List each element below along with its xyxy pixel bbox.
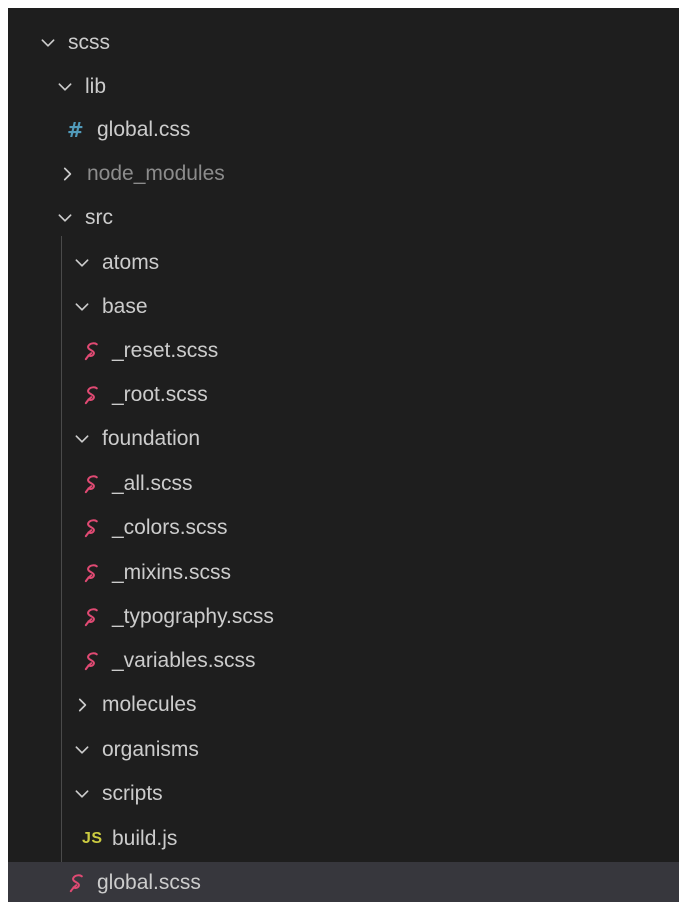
tree-file-build-js[interactable]: JS build.js [8, 818, 679, 860]
tree-item-label: build.js [112, 827, 178, 850]
tree-item-label: _reset.scss [112, 339, 219, 362]
tree-file-typography-scss[interactable]: _typography.scss [8, 596, 679, 638]
sass-icon [82, 651, 102, 671]
tree-file-root-scss[interactable]: _root.scss [8, 374, 679, 416]
sass-icon [67, 873, 87, 893]
tree-item-label: scripts [102, 782, 163, 805]
tree-folder-atoms[interactable]: atoms [8, 242, 679, 284]
tree-file-reset-scss[interactable]: _reset.scss [8, 330, 679, 372]
chevron-down-icon [72, 253, 92, 273]
chevron-down-icon [72, 740, 92, 760]
tree-folder-src[interactable]: src [8, 197, 679, 239]
tree-folder-molecules[interactable]: molecules [8, 684, 679, 726]
css-hash-icon: # [67, 118, 84, 142]
tree-item-label: atoms [102, 251, 160, 274]
tree-item-label: _all.scss [112, 472, 193, 495]
tree-item-label: src [85, 206, 113, 229]
tree-item-label: lib [85, 75, 107, 98]
tree-file-colors-scss[interactable]: _colors.scss [8, 507, 679, 549]
tree-item-label: _root.scss [112, 383, 208, 406]
tree-item-label: _colors.scss [112, 516, 228, 539]
chevron-right-icon [72, 695, 92, 715]
tree-folder-node-modules[interactable]: node_modules [8, 153, 679, 195]
chevron-right-icon [57, 164, 77, 184]
tree-item-label: node_modules [87, 162, 225, 185]
chevron-down-icon [72, 429, 92, 449]
tree-item-label: scss [68, 31, 110, 54]
tree-item-label: _variables.scss [112, 649, 256, 672]
tree-item-label: global.css [97, 118, 191, 141]
tree-file-all-scss[interactable]: _all.scss [8, 463, 679, 505]
tree-item-label: organisms [102, 738, 199, 761]
tree-folder-scripts[interactable]: scripts [8, 773, 679, 815]
tree-item-label: base [102, 295, 148, 318]
tree-item-label: _typography.scss [112, 605, 274, 628]
tree-item-label: foundation [102, 427, 201, 450]
file-explorer-tree: scss lib # global.css node_modules src a… [8, 8, 679, 902]
chevron-down-icon [55, 208, 75, 228]
tree-file-variables-scss[interactable]: _variables.scss [8, 640, 679, 682]
tree-folder-organisms[interactable]: organisms [8, 729, 679, 771]
tree-folder-lib[interactable]: lib [8, 66, 679, 108]
tree-folder-scss[interactable]: scss [8, 22, 679, 64]
sass-icon [82, 474, 102, 494]
chevron-down-icon [72, 784, 92, 804]
sass-icon [82, 518, 102, 538]
tree-item-label: _mixins.scss [112, 561, 232, 584]
tree-file-global-scss[interactable]: global.scss [8, 862, 679, 902]
sass-icon [82, 341, 102, 361]
chevron-down-icon [55, 77, 75, 97]
javascript-icon: JS [82, 830, 103, 847]
tree-item-label: global.scss [97, 871, 201, 894]
sass-icon [82, 607, 102, 627]
tree-item-label: molecules [102, 693, 197, 716]
sass-icon [82, 385, 102, 405]
tree-folder-foundation[interactable]: foundation [8, 418, 679, 460]
chevron-down-icon [38, 33, 58, 53]
sass-icon [82, 563, 102, 583]
tree-file-global-css[interactable]: # global.css [8, 109, 679, 151]
tree-file-mixins-scss[interactable]: _mixins.scss [8, 552, 679, 594]
chevron-down-icon [72, 297, 92, 317]
tree-folder-base[interactable]: base [8, 286, 679, 328]
